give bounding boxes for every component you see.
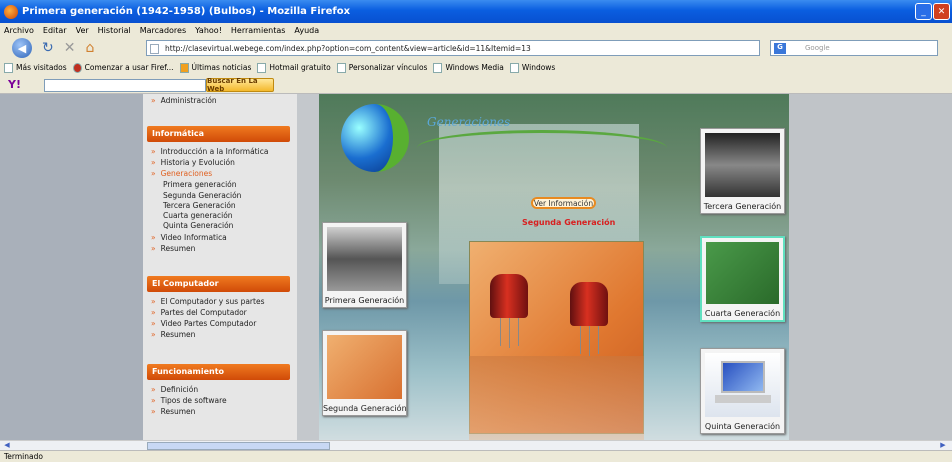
- right-panel: [789, 94, 952, 440]
- thumb-caption: Tercera Generación: [703, 202, 782, 211]
- thumb-cuarta-generacion[interactable]: Cuarta Generación: [700, 236, 785, 322]
- laptop-photo: [705, 353, 780, 417]
- section-informatica: Informática: [147, 126, 290, 142]
- sidebar-subitem-primera[interactable]: Primera generación: [163, 180, 237, 189]
- thumb-tercera-generacion[interactable]: Tercera Generación: [700, 128, 785, 214]
- menu-herramientas[interactable]: Herramientas: [231, 26, 286, 35]
- sidebar-subitem-tercera[interactable]: Tercera Generación: [163, 201, 236, 210]
- bookmark-windows[interactable]: Windows: [509, 62, 555, 73]
- menu-bar: Archivo Editar Ver Historial Marcadores …: [0, 23, 952, 37]
- thumb-caption: Cuarta Generación: [704, 309, 781, 318]
- selected-generation-label: Segunda Generación: [522, 218, 616, 227]
- mainframe-photo: [705, 133, 780, 197]
- sidebar-item-resumen-funcionamiento[interactable]: Resumen: [151, 407, 196, 416]
- globe-logo-icon: [341, 104, 409, 172]
- thumb-caption: Quinta Generación: [704, 422, 781, 431]
- bookmarks-bar: Más visitados Comenzar a usar Firef... Ú…: [0, 60, 952, 75]
- sidebar-item-administracion[interactable]: Administración: [151, 96, 217, 105]
- bookmark-mas-visitados[interactable]: Más visitados: [4, 62, 67, 73]
- thumb-caption: Segunda Generación: [323, 404, 407, 413]
- reload-icon[interactable]: ↻: [42, 40, 54, 56]
- menu-marcadores[interactable]: Marcadores: [140, 26, 186, 35]
- sidebar-subitem-quinta[interactable]: Quinta Generación: [163, 221, 233, 230]
- stop-icon[interactable]: ✕: [64, 40, 76, 56]
- transistor-reflection: [469, 356, 644, 440]
- url-bar[interactable]: http://clasevirtual.webege.com/index.php…: [146, 40, 760, 56]
- sidebar-item-definicion[interactable]: Definición: [151, 385, 199, 394]
- firefox-icon: [4, 4, 18, 19]
- status-bar: Terminado: [0, 450, 952, 462]
- sidebar: Administración Informática Introducción …: [143, 94, 297, 440]
- sidebar-item-tipos-software[interactable]: Tipos de software: [151, 396, 227, 405]
- bookmark-comenzar[interactable]: Comenzar a usar Firef...: [72, 62, 174, 73]
- yahoo-search-button[interactable]: Buscar En La Web: [206, 77, 274, 93]
- bookmark-ultimas-noticias[interactable]: Últimas noticias: [179, 62, 251, 73]
- search-box[interactable]: G Google: [770, 40, 938, 56]
- swoosh-decoration: [417, 130, 667, 166]
- search-placeholder: Google: [805, 44, 830, 52]
- menu-yahoo[interactable]: Yahoo!: [195, 26, 222, 35]
- content-gutter: [297, 94, 319, 440]
- sidebar-item-video-partes[interactable]: Video Partes Computador: [151, 319, 257, 328]
- horizontal-scrollbar[interactable]: ◀ ▶: [0, 440, 952, 450]
- menu-archivo[interactable]: Archivo: [4, 26, 34, 35]
- bookmark-hotmail[interactable]: Hotmail gratuito: [257, 62, 331, 73]
- bookmark-windows-media[interactable]: Windows Media: [433, 62, 504, 73]
- circuit-board-photo: [706, 242, 779, 304]
- sidebar-item-generaciones[interactable]: Generaciones: [151, 169, 213, 178]
- thumb-segunda-generacion[interactable]: Segunda Generación: [322, 330, 407, 416]
- home-icon[interactable]: ⌂: [85, 40, 94, 56]
- page-title: Generaciones: [427, 115, 511, 129]
- yahoo-logo[interactable]: Y!: [8, 78, 21, 91]
- menu-editar[interactable]: Editar: [43, 26, 67, 35]
- menu-ayuda[interactable]: Ayuda: [294, 26, 319, 35]
- sidebar-item-resumen[interactable]: Resumen: [151, 244, 196, 253]
- thumb-quinta-generacion[interactable]: Quinta Generación: [700, 348, 785, 434]
- transistor-photo: [327, 335, 402, 399]
- sidebar-item-introduccion[interactable]: Introducción a la Informática: [151, 147, 269, 156]
- minimize-button[interactable]: _: [915, 3, 932, 20]
- google-icon: G: [774, 43, 786, 54]
- sidebar-subitem-cuarta[interactable]: Cuarta generación: [163, 211, 233, 220]
- sidebar-subitem-segunda[interactable]: Segunda Generación: [163, 191, 241, 200]
- section-funcionamiento: Funcionamiento: [147, 364, 290, 380]
- scrollbar-thumb[interactable]: [147, 442, 330, 450]
- sidebar-item-historia[interactable]: Historia y Evolución: [151, 158, 235, 167]
- sidebar-item-resumen-computador[interactable]: Resumen: [151, 330, 196, 339]
- sidebar-item-partes-computador[interactable]: Partes del Computador: [151, 308, 247, 317]
- sidebar-item-computador-partes[interactable]: El Computador y sus partes: [151, 297, 265, 306]
- close-button[interactable]: ✕: [933, 3, 950, 20]
- transistor-left-icon: [490, 274, 528, 318]
- page-favicon: [150, 44, 159, 54]
- back-button[interactable]: ◀: [12, 38, 32, 58]
- url-text: http://clasevirtual.webege.com/index.php…: [165, 44, 531, 53]
- menu-ver[interactable]: Ver: [76, 26, 89, 35]
- bookmark-personalizar[interactable]: Personalizar vínculos: [336, 62, 427, 73]
- section-el-computador: El Computador: [147, 276, 290, 292]
- thumb-primera-generacion[interactable]: Primera Generación: [322, 222, 407, 308]
- yahoo-search-input[interactable]: [44, 79, 206, 92]
- thumb-caption: Primera Generación: [324, 296, 405, 305]
- transistor-right-icon: [570, 282, 608, 326]
- sidebar-item-video-informatica[interactable]: Video Informatica: [151, 233, 227, 242]
- page-content: Administración Informática Introducción …: [0, 94, 952, 440]
- window-title: Primera generación (1942-1958) (Bulbos) …: [22, 6, 351, 17]
- vacuum-tube-computer-photo: [327, 227, 402, 291]
- window-titlebar: Primera generación (1942-1958) (Bulbos) …: [0, 0, 952, 23]
- menu-historial[interactable]: Historial: [98, 26, 131, 35]
- ver-informacion-button[interactable]: Ver Información: [531, 197, 596, 209]
